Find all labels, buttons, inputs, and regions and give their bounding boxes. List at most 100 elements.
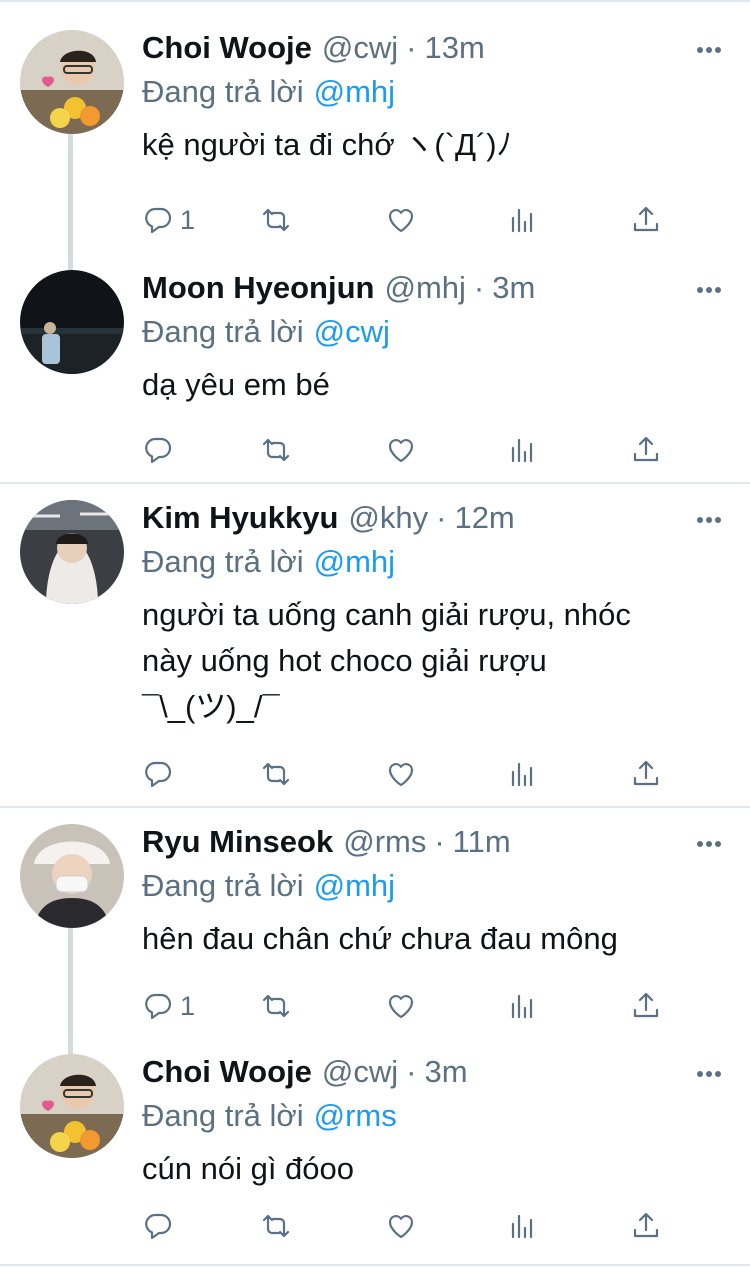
views-button[interactable] bbox=[507, 754, 539, 794]
mention-link[interactable]: @mhj bbox=[314, 544, 395, 579]
retweet-icon bbox=[260, 434, 292, 466]
retweet-button[interactable] bbox=[260, 754, 292, 794]
views-icon bbox=[507, 758, 539, 790]
share-button[interactable] bbox=[630, 754, 662, 794]
share-icon bbox=[630, 758, 662, 790]
reply-button[interactable] bbox=[142, 430, 180, 470]
action-bar: 1 bbox=[142, 986, 682, 1026]
reply-button[interactable]: 1 bbox=[142, 986, 195, 1026]
timestamp[interactable]: 11m bbox=[453, 824, 511, 860]
tweet-text: dạ yêu em bé bbox=[142, 367, 330, 402]
reply-count: 1 bbox=[180, 204, 196, 235]
action-bar: 1 bbox=[142, 200, 682, 240]
views-button[interactable] bbox=[507, 200, 539, 240]
share-button[interactable] bbox=[630, 1206, 662, 1246]
reply-button[interactable] bbox=[142, 1206, 180, 1246]
user-handle[interactable]: @khy bbox=[348, 500, 428, 536]
reply-button[interactable]: 1 bbox=[142, 200, 195, 240]
tweet[interactable]: Kim Hyukkyu @khy · 12m Đang trả lời @mhj … bbox=[0, 500, 750, 800]
mention-link[interactable]: @mhj bbox=[314, 868, 395, 903]
reply-icon bbox=[142, 758, 174, 790]
display-name[interactable]: Ryu Minseok bbox=[142, 824, 333, 860]
avatar[interactable] bbox=[20, 824, 124, 928]
action-bar bbox=[142, 1206, 682, 1246]
divider bbox=[0, 482, 750, 484]
avatar[interactable] bbox=[20, 270, 124, 374]
reply-icon bbox=[142, 990, 174, 1022]
more-options-button[interactable] bbox=[696, 286, 722, 294]
heart-icon bbox=[385, 758, 417, 790]
more-icon bbox=[697, 47, 721, 53]
tweet[interactable]: Choi Wooje @cwj · 13m Đang trả lời @mhj k… bbox=[0, 30, 750, 250]
like-button[interactable] bbox=[385, 1206, 417, 1246]
reply-button[interactable] bbox=[142, 754, 180, 794]
like-button[interactable] bbox=[385, 200, 417, 240]
user-handle[interactable]: @mhj bbox=[384, 270, 465, 306]
share-button[interactable] bbox=[630, 430, 662, 470]
tweet-header: Moon Hyeonjun @mhj · 3m bbox=[142, 270, 535, 314]
like-button[interactable] bbox=[385, 986, 417, 1026]
reply-icon bbox=[142, 204, 174, 236]
action-bar bbox=[142, 754, 682, 794]
share-icon bbox=[630, 1210, 662, 1242]
retweet-button[interactable] bbox=[260, 986, 292, 1026]
retweet-button[interactable] bbox=[260, 430, 292, 470]
tweet-header: Choi Wooje @cwj · 13m bbox=[142, 30, 485, 74]
share-button[interactable] bbox=[630, 986, 662, 1026]
reply-thread-feed: Choi Wooje @cwj · 13m Đang trả lời @mhj k… bbox=[0, 0, 750, 1267]
retweet-button[interactable] bbox=[260, 200, 292, 240]
views-button[interactable] bbox=[507, 986, 539, 1026]
share-button[interactable] bbox=[630, 200, 662, 240]
display-name[interactable]: Kim Hyukkyu bbox=[142, 500, 338, 536]
avatar[interactable] bbox=[20, 1054, 124, 1158]
views-button[interactable] bbox=[507, 1206, 539, 1246]
mention-link[interactable]: @mhj bbox=[314, 74, 395, 109]
more-options-button[interactable] bbox=[696, 46, 722, 54]
more-icon bbox=[697, 517, 721, 523]
user-handle[interactable]: @cwj bbox=[322, 1054, 398, 1090]
share-icon bbox=[630, 204, 662, 236]
tweet-text: kệ người ta đi chớ ヽ(`Д´)ﾉ bbox=[142, 127, 513, 162]
more-options-button[interactable] bbox=[696, 516, 722, 524]
tweet[interactable]: Choi Wooje @cwj · 3m Đang trả lời @rms cú… bbox=[0, 1054, 750, 1254]
more-options-button[interactable] bbox=[696, 1070, 722, 1078]
replying-to: Đang trả lời @cwj bbox=[142, 314, 390, 350]
heart-icon bbox=[385, 204, 417, 236]
views-icon bbox=[507, 1210, 539, 1242]
timestamp[interactable]: 13m bbox=[425, 30, 485, 66]
user-handle[interactable]: @cwj bbox=[322, 30, 398, 66]
like-button[interactable] bbox=[385, 430, 417, 470]
avatar[interactable] bbox=[20, 30, 124, 134]
like-button[interactable] bbox=[385, 754, 417, 794]
avatar[interactable] bbox=[20, 500, 124, 604]
display-name[interactable]: Moon Hyeonjun bbox=[142, 270, 374, 306]
reply-count: 1 bbox=[180, 990, 196, 1021]
tweet[interactable]: Moon Hyeonjun @mhj · 3m Đang trả lời @cwj… bbox=[0, 270, 750, 470]
timestamp[interactable]: 3m bbox=[492, 270, 535, 306]
separator-dot: · bbox=[473, 270, 485, 305]
more-options-button[interactable] bbox=[696, 840, 722, 848]
heart-icon bbox=[385, 990, 417, 1022]
retweet-icon bbox=[260, 990, 292, 1022]
tweet-text: cún nói gì đóoo bbox=[142, 1151, 355, 1186]
retweet-icon bbox=[260, 758, 292, 790]
replying-to-label: Đang trả lời bbox=[142, 74, 304, 109]
timestamp[interactable]: 12m bbox=[454, 500, 514, 536]
heart-icon bbox=[385, 434, 417, 466]
tweet-header: Kim Hyukkyu @khy · 12m bbox=[142, 500, 515, 544]
display-name[interactable]: Choi Wooje bbox=[142, 1054, 312, 1090]
timestamp[interactable]: 3m bbox=[425, 1054, 468, 1090]
user-handle[interactable]: @rms bbox=[343, 824, 426, 860]
more-icon bbox=[697, 841, 721, 847]
tweet-header: Ryu Minseok @rms · 11m bbox=[142, 824, 511, 868]
mention-link[interactable]: @cwj bbox=[314, 314, 390, 349]
mention-link[interactable]: @rms bbox=[314, 1098, 397, 1133]
views-button[interactable] bbox=[507, 430, 539, 470]
display-name[interactable]: Choi Wooje bbox=[142, 30, 312, 66]
share-icon bbox=[630, 990, 662, 1022]
heart-icon bbox=[385, 1210, 417, 1242]
retweet-button[interactable] bbox=[260, 1206, 292, 1246]
tweet[interactable]: Ryu Minseok @rms · 11m Đang trả lời @mhj … bbox=[0, 824, 750, 1034]
divider bbox=[0, 1264, 750, 1266]
separator-dot: · bbox=[434, 824, 445, 859]
